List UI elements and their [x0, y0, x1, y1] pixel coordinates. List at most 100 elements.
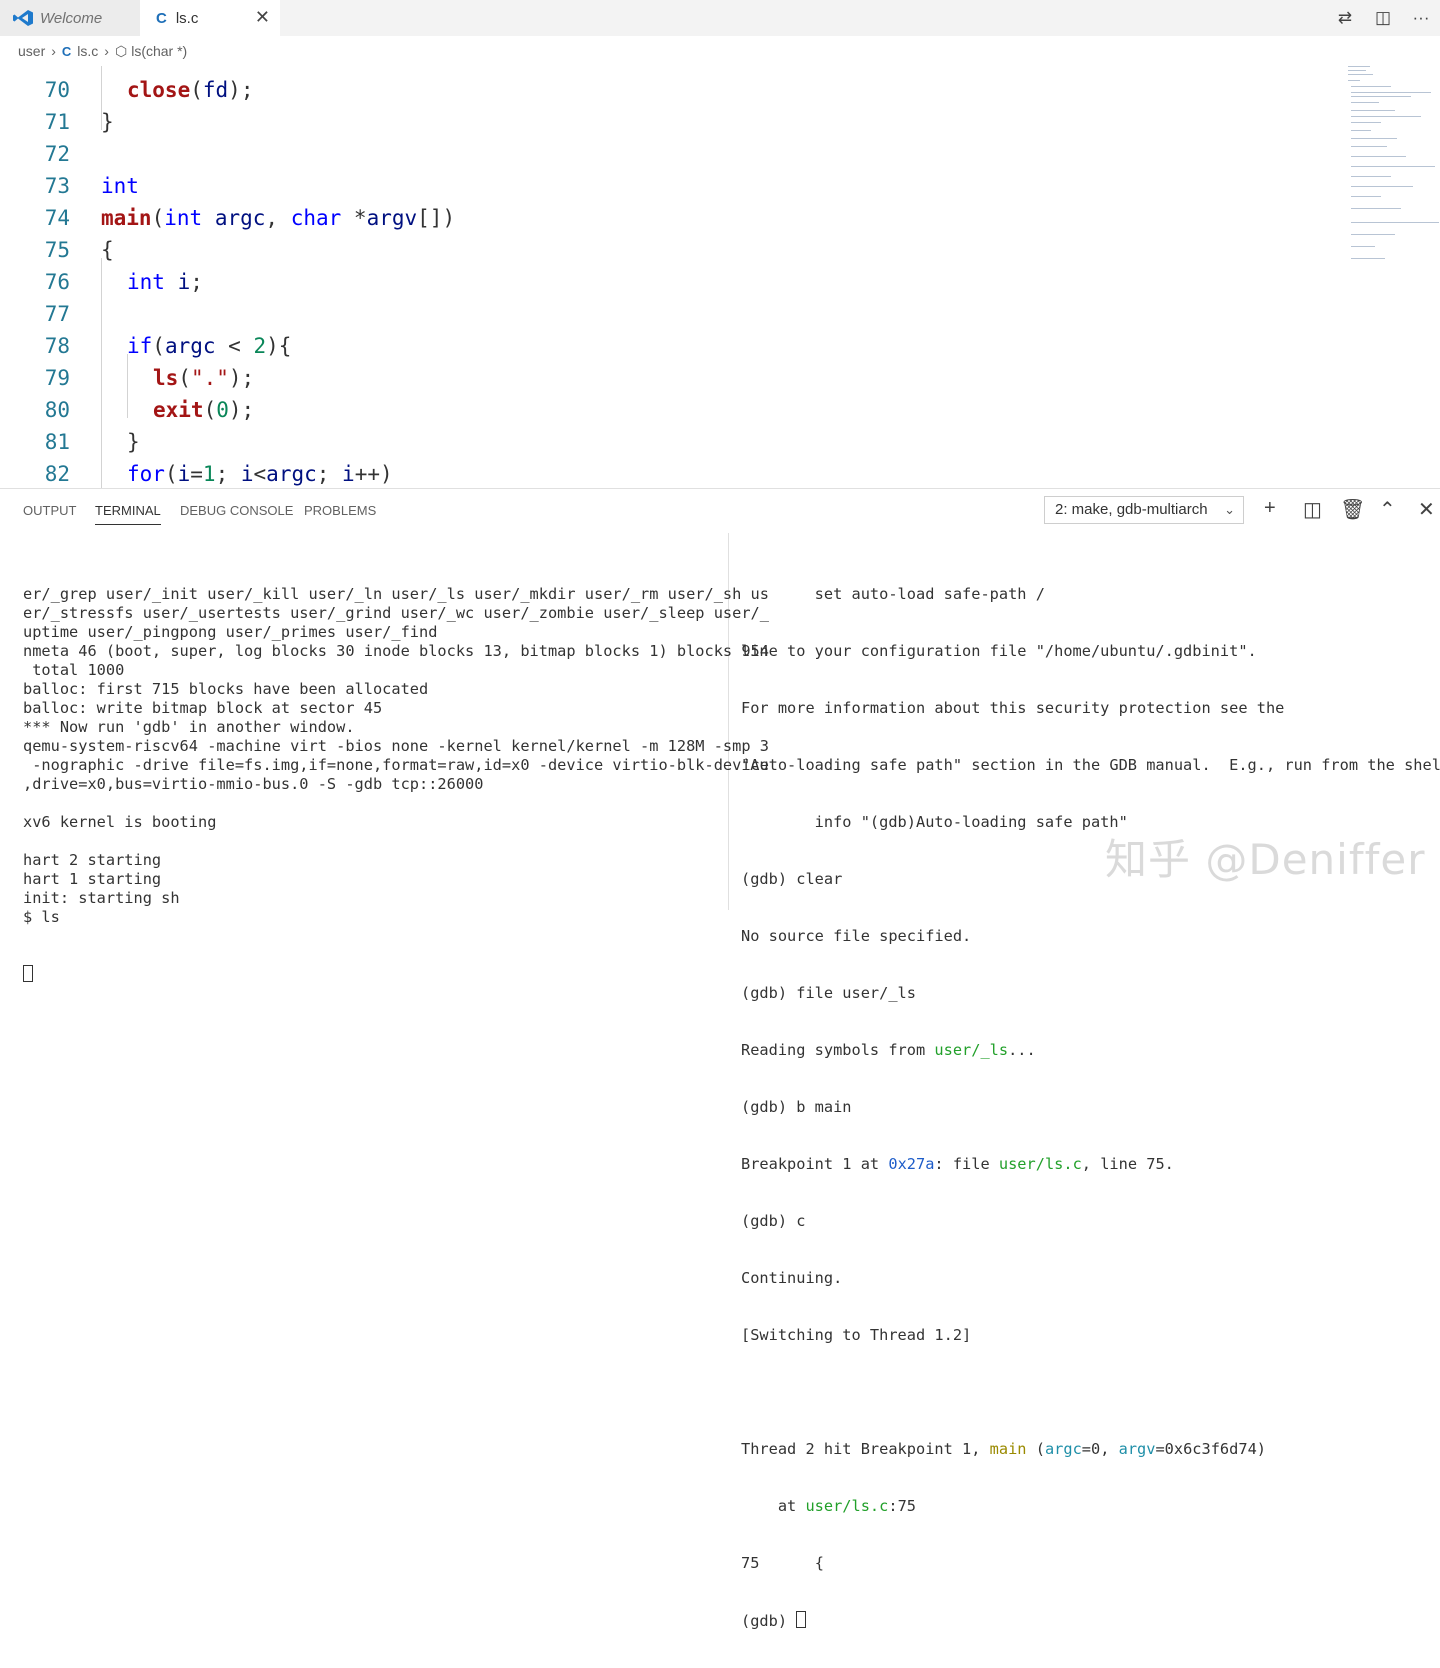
terminal-line: er/_stressfs user/_usertests user/_grind…: [23, 604, 769, 622]
breadcrumb-symbol[interactable]: ls(char *): [131, 43, 187, 59]
line-number[interactable]: 81: [0, 426, 70, 458]
terminal-line: ,drive=x0,bus=virtio-mmio-bus.0 -S -gdb …: [23, 775, 484, 793]
terminal-line: hart 2 starting: [23, 851, 162, 869]
terminal-line: Breakpoint 1 at 0x27a: file user/ls.c, l…: [741, 1155, 1174, 1173]
split-editor-icon[interactable]: ◫: [1364, 8, 1402, 28]
terminal-line: (gdb) c: [741, 1212, 806, 1230]
line-number[interactable]: 72: [0, 138, 70, 170]
tab-welcome[interactable]: Welcome: [0, 0, 140, 36]
code-line[interactable]: 80 exit(0);: [0, 394, 1340, 426]
tab-welcome-label: Welcome: [40, 9, 103, 27]
code-text: if(argc < 2){: [127, 334, 292, 358]
terminal-cursor: [796, 1611, 807, 1628]
chevron-down-icon: ⌄: [1224, 502, 1235, 517]
terminal-line: *** Now run 'gdb' in another window.: [23, 718, 355, 736]
terminal-line: line to your configuration file "/home/u…: [741, 642, 1257, 660]
vscode-logo-icon: [13, 10, 33, 26]
line-number[interactable]: 80: [0, 394, 70, 426]
terminal-line: balloc: first 715 blocks have been alloc…: [23, 680, 429, 698]
code-text: for(i=1; i<argc; i++): [127, 462, 393, 486]
open-changes-icon[interactable]: ⇄: [1326, 8, 1364, 28]
more-actions-icon[interactable]: ···: [1402, 8, 1440, 28]
split-terminal-icon[interactable]: ◫: [1303, 497, 1322, 522]
code-line[interactable]: 82 for(i=1; i<argc; i++): [0, 458, 1340, 488]
code-line[interactable]: 73 int: [0, 170, 1340, 202]
breadcrumb-folder[interactable]: user: [18, 43, 45, 59]
code-text: exit(0);: [153, 398, 255, 422]
line-number[interactable]: 74: [0, 202, 70, 234]
code-text: }: [127, 430, 140, 454]
minimap[interactable]: [1345, 66, 1440, 266]
code-line[interactable]: 72: [0, 138, 1340, 170]
terminal-line: -nographic -drive file=fs.img,if=none,fo…: [23, 756, 769, 774]
terminal-line: Reading symbols from user/_ls...: [741, 1041, 1036, 1059]
terminal-line: No source file specified.: [741, 927, 972, 945]
panel-tab-output[interactable]: OUTPUT: [23, 503, 76, 518]
terminal-line: For more information about this security…: [741, 699, 1285, 717]
new-terminal-icon[interactable]: +: [1264, 497, 1276, 520]
terminal-line: nmeta 46 (boot, super, log blocks 30 ino…: [23, 642, 769, 660]
panel-tab-debug-console[interactable]: DEBUG CONSOLE: [180, 503, 293, 518]
terminal-select[interactable]: 2: make, gdb-multiarch ⌄: [1044, 496, 1244, 524]
terminal-line: Continuing.: [741, 1269, 843, 1287]
kill-terminal-icon[interactable]: 🗑: [1340, 497, 1365, 522]
terminal-line: balloc: write bitmap block at sector 45: [23, 699, 383, 717]
panel-tab-problems[interactable]: PROBLEMS: [304, 503, 376, 518]
terminal-line: $ ls: [23, 908, 60, 926]
line-number[interactable]: 78: [0, 330, 70, 362]
terminal-line: Thread 2 hit Breakpoint 1, main (argc=0,…: [741, 1440, 1266, 1458]
breadcrumb: user › C ls.c › ⬡ ls(char *): [0, 36, 1440, 66]
code-line[interactable]: 70 close(fd);: [0, 74, 1340, 106]
terminal-line: set auto-load safe-path /: [741, 585, 1045, 603]
code-text: int: [101, 174, 139, 198]
line-number[interactable]: 77: [0, 298, 70, 330]
close-panel-icon[interactable]: ✕: [1418, 497, 1435, 522]
terminal-select-value: 2: make, gdb-multiarch: [1055, 501, 1208, 518]
line-number[interactable]: 71: [0, 106, 70, 138]
terminal-line: uptime user/_pingpong user/_primes user/…: [23, 623, 438, 641]
line-number[interactable]: 75: [0, 234, 70, 266]
terminal-line: xv6 kernel is booting: [23, 813, 217, 831]
code-line[interactable]: 76 int i;: [0, 266, 1340, 298]
maximize-panel-icon[interactable]: ⌃: [1379, 497, 1396, 522]
code-editor[interactable]: 70 close(fd); 71} 72 73 int 74 main(int argc, c…: [0, 66, 1440, 488]
code-line[interactable]: 71}: [0, 106, 1340, 138]
terminal-cursor: [23, 965, 33, 982]
code-line[interactable]: 78 if(argc < 2){: [0, 330, 1340, 362]
terminal-line: (gdb) file user/_ls: [741, 984, 916, 1002]
line-number[interactable]: 82: [0, 458, 70, 488]
breadcrumb-file[interactable]: ls.c: [77, 43, 98, 59]
line-number[interactable]: 70: [0, 74, 70, 106]
code-text: main(int argc, char *argv[]): [101, 206, 456, 230]
terminal-line: [Switching to Thread 1.2]: [741, 1326, 972, 1344]
terminal-line: "Auto-loading safe path" section in the …: [741, 756, 1440, 774]
code-line[interactable]: 75 {: [0, 234, 1340, 266]
panel-tab-terminal[interactable]: TERMINAL: [95, 503, 161, 525]
terminal-right[interactable]: set auto-load safe-path / line to your c…: [741, 547, 1440, 1668]
close-tab-icon[interactable]: ✕: [255, 8, 270, 26]
line-number[interactable]: 79: [0, 362, 70, 394]
tab-ls-c-label: ls.c: [175, 9, 199, 27]
watermark: 知乎 @Deniffer: [1105, 835, 1426, 884]
terminal-line: at user/ls.c:75: [741, 1497, 916, 1515]
line-number[interactable]: 73: [0, 170, 70, 202]
line-number[interactable]: 76: [0, 266, 70, 298]
terminal-line: init: starting sh: [23, 889, 180, 907]
terminal-line: hart 1 starting: [23, 870, 162, 888]
code-line[interactable]: 81}: [0, 426, 1340, 458]
terminal-line: total 1000: [23, 661, 125, 679]
code-line[interactable]: 74 main(int argc, char *argv[]): [0, 202, 1340, 234]
terminal-line: 75 {: [741, 1554, 824, 1572]
terminal-line: er/_grep user/_init user/_kill user/_ln …: [23, 585, 769, 603]
c-file-icon: C: [61, 43, 72, 59]
terminal-line: qemu-system-riscv64 -machine virt -bios …: [23, 737, 769, 755]
chevron-right-icon: ›: [104, 43, 109, 59]
terminal-left[interactable]: er/_grep user/_init user/_kill user/_ln …: [23, 547, 769, 1022]
code-line[interactable]: 77: [0, 298, 1340, 330]
code-line[interactable]: 79 ls(".");: [0, 362, 1340, 394]
terminal-line: (gdb): [741, 1611, 1431, 1630]
tab-ls-c[interactable]: C ls.c ✕: [140, 0, 280, 36]
